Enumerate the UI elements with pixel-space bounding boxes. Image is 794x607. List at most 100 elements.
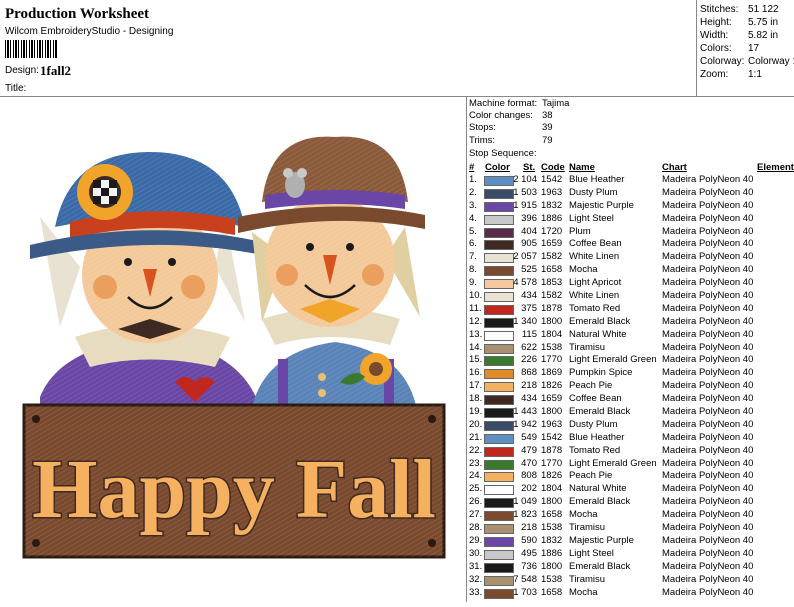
stat-label: Stitches: xyxy=(700,4,739,15)
stitch-count: 590 xyxy=(521,534,537,546)
happy-fall-sign: Happy Fall xyxy=(22,403,446,559)
thread-code: 1659 xyxy=(541,238,563,250)
thread-code: 1826 xyxy=(541,470,563,482)
thread-code: 1804 xyxy=(541,483,563,495)
stop-number: 12. xyxy=(469,315,483,327)
stitch-count: 470 xyxy=(521,457,537,469)
design-name: 1fall2 xyxy=(40,63,72,78)
stitch-count: 1 823 xyxy=(513,509,537,521)
thread-name: Tiramisu xyxy=(569,341,606,353)
table-row: 32. 7 548 1538 Tiramisu Madeira PolyNeon 40 xyxy=(467,574,794,587)
col-code: Code xyxy=(541,162,565,173)
design-preview: Happy Fall xyxy=(0,97,467,602)
thread-code: 1542 xyxy=(541,431,563,443)
thread-name: Light Steel xyxy=(569,547,614,559)
thread-name: Tomato Red xyxy=(569,444,621,456)
color-swatch xyxy=(484,588,514,599)
worksheet-header: Production Worksheet Wilcom EmbroiderySt… xyxy=(0,0,794,97)
table-row: 16. 868 1869 Pumpkin Spice Madeira PolyNeon … xyxy=(467,367,794,380)
thread-chart: Madeira PolyNeon 40 xyxy=(662,470,754,482)
title-label: Title: xyxy=(5,83,27,94)
table-row: 3. 1 915 1832 Majestic Purple Madeira PolyNe… xyxy=(467,200,794,213)
stop-number: 30. xyxy=(469,547,483,559)
stitch-count: 2 057 xyxy=(513,251,537,263)
thread-chart: Madeira PolyNeon 40 xyxy=(662,199,754,211)
table-row: 10. 434 1582 White Linen Madeira PolyNeon 40 xyxy=(467,290,794,303)
stop-number: 33. xyxy=(469,586,483,598)
table-row: 29. 590 1832 Majestic Purple Madeira PolyNeo… xyxy=(467,535,794,548)
stitch-count: 434 xyxy=(521,290,537,302)
table-row: 14. 622 1538 Tiramisu Madeira PolyNeon 40 xyxy=(467,342,794,355)
thread-code: 1878 xyxy=(541,444,563,456)
thread-chart: Madeira PolyNeon 40 xyxy=(662,457,754,469)
stitch-count: 396 xyxy=(521,212,537,224)
color-swatch xyxy=(484,292,514,303)
table-row: 24. 808 1826 Peach Pie Madeira PolyNeon 40 xyxy=(467,470,794,483)
thread-code: 1658 xyxy=(541,586,563,598)
thread-name: Tiramisu xyxy=(569,573,606,585)
table-row: 5. 404 1720 Plum Madeira PolyNeon 40 xyxy=(467,226,794,239)
thread-code: 1720 xyxy=(541,225,563,237)
stat-label: Height: xyxy=(700,17,732,28)
thread-code: 1582 xyxy=(541,251,563,263)
meta-value: 79 xyxy=(542,135,553,146)
thread-name: Blue Heather xyxy=(569,174,625,185)
col-name: Name xyxy=(569,162,595,173)
color-swatch xyxy=(484,304,514,315)
stitch-count: 434 xyxy=(521,393,537,405)
color-swatch xyxy=(484,446,514,457)
stop-number: 27. xyxy=(469,509,483,521)
thread-chart: Madeira PolyNeon 40 xyxy=(662,341,754,353)
table-row: 11. 375 1878 Tomato Red Madeira PolyNeon 40 xyxy=(467,303,794,316)
table-row: 20. 1 942 1963 Dusty Plum Madeira PolyNeon 4… xyxy=(467,419,794,432)
design-stats: Stitches: 51 122 Height: 5.75 in Width: 5.8… xyxy=(696,0,794,96)
thread-chart: Madeira PolyNeon 40 xyxy=(662,212,754,224)
thread-name: Mocha xyxy=(569,264,598,276)
thread-code: 1770 xyxy=(541,457,563,469)
thread-name: Emerald Black xyxy=(569,406,631,418)
thread-chart: Madeira PolyNeon 40 xyxy=(662,534,754,546)
col-stitches: St. xyxy=(523,162,536,173)
table-row: 1. 2 104 1542 Blue Heather Madeira PolyNeon … xyxy=(467,174,794,187)
color-swatch xyxy=(484,433,514,444)
thread-name: Dusty Plum xyxy=(569,186,618,198)
stitch-count: 495 xyxy=(521,547,537,559)
stop-number: 21. xyxy=(469,431,483,443)
stop-number: 29. xyxy=(469,534,483,546)
sign-text: Happy Fall xyxy=(32,443,436,536)
thread-chart: Madeira PolyNeon 40 xyxy=(662,290,754,302)
thread-name: Light Emerald Green xyxy=(569,354,657,366)
stop-number: 23. xyxy=(469,457,483,469)
stop-number: 8. xyxy=(469,264,477,276)
color-swatch xyxy=(484,240,514,251)
thread-chart: Madeira PolyNeon 40 xyxy=(662,277,754,289)
stitch-count: 1 915 xyxy=(513,199,537,211)
thread-chart: Madeira PolyNeon 40 xyxy=(662,380,754,392)
thread-chart: Madeira PolyNeon 40 xyxy=(662,302,754,314)
thread-code: 1538 xyxy=(541,522,563,534)
thread-name: Majestic Purple xyxy=(569,199,634,211)
table-row: 7. 2 057 1582 White Linen Madeira PolyNeon 4… xyxy=(467,251,794,264)
color-swatch xyxy=(484,317,514,328)
stat-value: 1:1 xyxy=(748,69,762,80)
thread-name: Light Steel xyxy=(569,212,614,224)
stop-number: 7. xyxy=(469,251,477,263)
meta-label: Stops: xyxy=(469,122,496,133)
table-row: 25. 202 1804 Natural White Madeira PolyNeon … xyxy=(467,483,794,496)
meta-label: Trims: xyxy=(469,135,496,146)
stop-number: 18. xyxy=(469,393,483,405)
thread-code: 1770 xyxy=(541,354,563,366)
color-swatch xyxy=(484,266,514,277)
table-row: 21. 549 1542 Blue Heather Madeira PolyNeon 4… xyxy=(467,432,794,445)
stop-number: 17. xyxy=(469,380,483,392)
stitch-count: 404 xyxy=(521,225,537,237)
stat-value: 51 122 xyxy=(748,4,779,15)
thread-chart: Madeira PolyNeon 40 xyxy=(662,560,754,572)
thread-code: 1800 xyxy=(541,496,563,508)
stitch-count: 905 xyxy=(521,238,537,250)
thread-code: 1886 xyxy=(541,547,563,559)
thread-code: 1886 xyxy=(541,212,563,224)
thread-chart: Madeira PolyNeon 40 xyxy=(662,483,754,495)
color-swatch xyxy=(484,227,514,238)
page-title: Production Worksheet xyxy=(5,6,150,22)
